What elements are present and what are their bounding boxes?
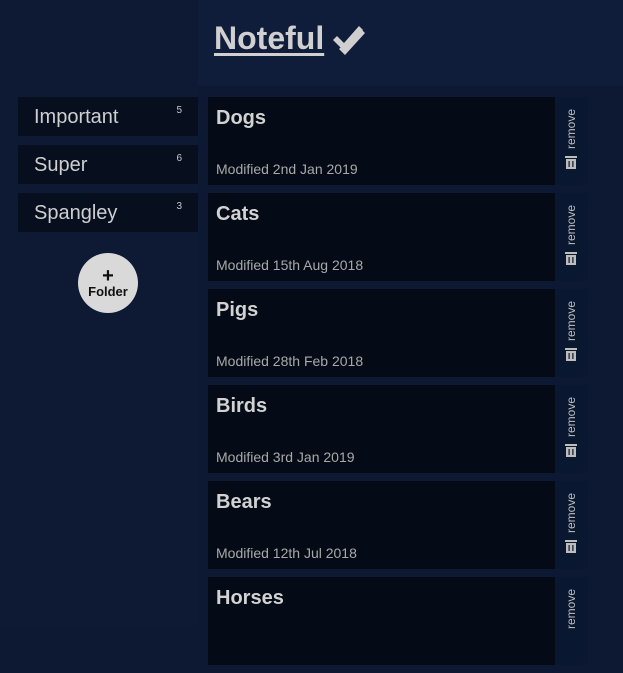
folder-name: Super xyxy=(34,154,88,176)
note-body[interactable]: Horses xyxy=(208,577,555,665)
note-title[interactable]: Birds xyxy=(216,395,267,418)
remove-label: remove xyxy=(564,108,578,149)
folder-item-important[interactable]: Important 5 xyxy=(18,97,198,136)
note-item: Cats Modified 15th Aug 2018 remove xyxy=(208,193,588,281)
note-title[interactable]: Horses xyxy=(216,587,284,610)
note-modified-date: Modified 28th Feb 2018 xyxy=(216,353,364,369)
note-modified-date: Modified 3rd Jan 2019 xyxy=(216,449,355,465)
note-item: Birds Modified 3rd Jan 2019 remove xyxy=(208,385,588,473)
folder-name: Important xyxy=(34,106,119,128)
trash-icon xyxy=(565,156,577,169)
folder-item-super[interactable]: Super 6 xyxy=(18,145,198,184)
remove-note-button[interactable]: remove xyxy=(555,385,588,473)
double-check-icon xyxy=(333,25,366,55)
remove-label: remove xyxy=(564,492,578,533)
remove-note-button[interactable]: remove xyxy=(555,577,588,665)
note-modified-date: Modified 15th Aug 2018 xyxy=(216,257,364,273)
note-item: Bears Modified 12th Jul 2018 remove xyxy=(208,481,588,569)
note-title[interactable]: Cats xyxy=(216,203,259,226)
trash-icon xyxy=(565,444,577,457)
trash-icon xyxy=(565,540,577,553)
note-body[interactable]: Birds Modified 3rd Jan 2019 xyxy=(208,385,555,473)
note-list: Dogs Modified 2nd Jan 2019 remove Cats M… xyxy=(208,97,588,673)
note-title[interactable]: Pigs xyxy=(216,299,258,322)
remove-label: remove xyxy=(564,396,578,437)
note-modified-date: Modified 12th Jul 2018 xyxy=(216,545,357,561)
note-title[interactable]: Dogs xyxy=(216,107,266,130)
folder-count: 6 xyxy=(176,153,182,164)
app-title[interactable]: Noteful xyxy=(214,20,366,57)
remove-label: remove xyxy=(564,588,578,629)
remove-label: remove xyxy=(564,300,578,341)
folder-count: 5 xyxy=(176,105,182,116)
header: Noteful xyxy=(198,0,623,86)
note-modified-date: Modified 2nd Jan 2019 xyxy=(216,161,358,177)
note-body[interactable]: Cats Modified 15th Aug 2018 xyxy=(208,193,555,281)
trash-icon xyxy=(565,348,577,361)
folder-name: Spangley xyxy=(34,202,118,224)
note-item: Horses remove xyxy=(208,577,588,665)
folder-list: Important 5 Super 6 Spangley 3 xyxy=(18,97,198,241)
plus-icon: + xyxy=(102,264,114,287)
app-title-link[interactable]: Noteful xyxy=(214,20,324,57)
remove-note-button[interactable]: remove xyxy=(555,97,588,185)
note-body[interactable]: Pigs Modified 28th Feb 2018 xyxy=(208,289,555,377)
remove-note-button[interactable]: remove xyxy=(555,481,588,569)
folder-count: 3 xyxy=(176,201,182,212)
folder-item-spangley[interactable]: Spangley 3 xyxy=(18,193,198,232)
note-body[interactable]: Dogs Modified 2nd Jan 2019 xyxy=(208,97,555,185)
note-item: Dogs Modified 2nd Jan 2019 remove xyxy=(208,97,588,185)
sidebar xyxy=(0,0,198,626)
note-item: Pigs Modified 28th Feb 2018 remove xyxy=(208,289,588,377)
remove-note-button[interactable]: remove xyxy=(555,193,588,281)
note-body[interactable]: Bears Modified 12th Jul 2018 xyxy=(208,481,555,569)
add-folder-button[interactable]: + Folder xyxy=(78,253,138,313)
trash-icon xyxy=(565,252,577,265)
add-folder-label: Folder xyxy=(88,283,128,299)
note-title[interactable]: Bears xyxy=(216,491,272,514)
remove-label: remove xyxy=(564,204,578,245)
remove-note-button[interactable]: remove xyxy=(555,289,588,377)
